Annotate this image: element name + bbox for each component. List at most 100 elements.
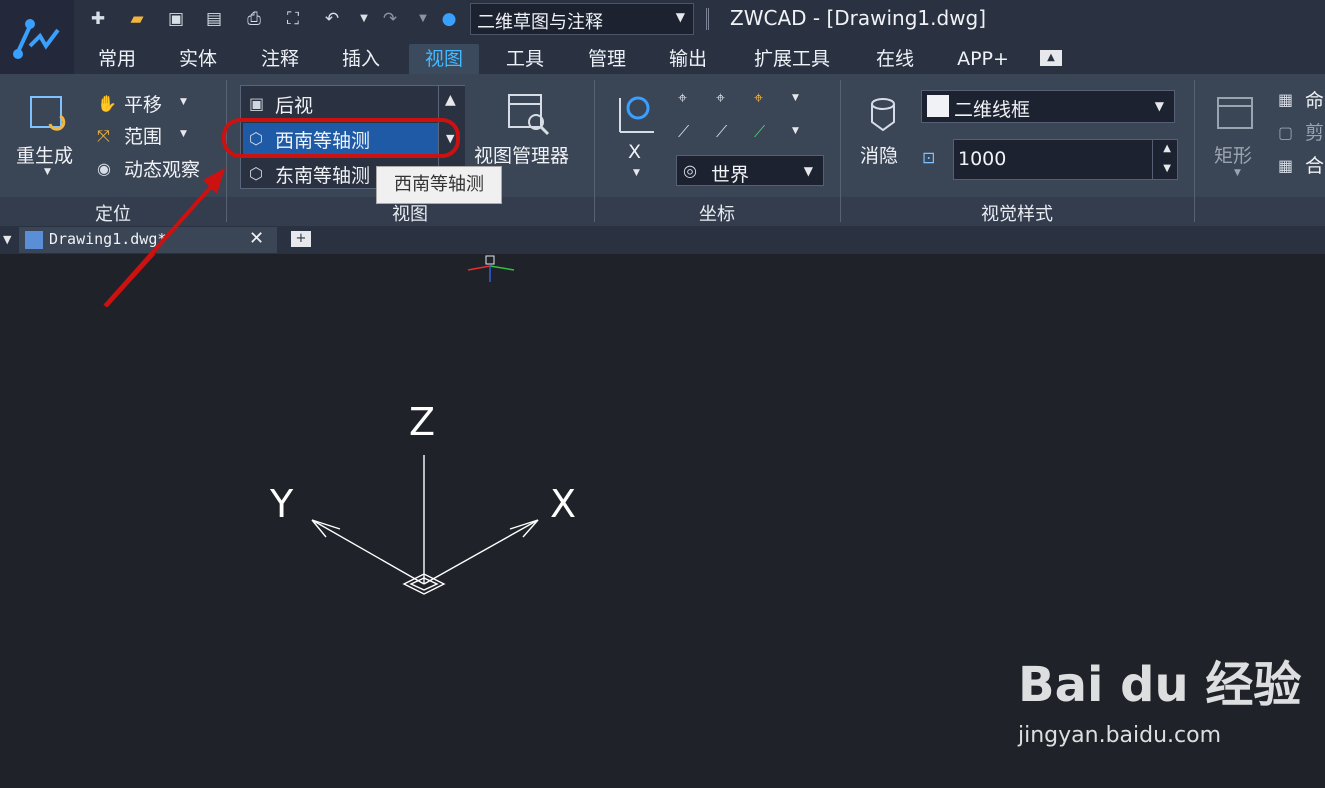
visual-style-combo[interactable]: 二维线框 ▼ [921, 90, 1175, 123]
chevron-down-icon: ▼ [803, 164, 813, 178]
regen-icon[interactable] [28, 94, 68, 134]
view-item-label: 东南等轴测 [275, 165, 371, 187]
ucs-value: 世界 [711, 164, 750, 186]
ucs-y-label: Y [270, 482, 294, 526]
join-icon[interactable]: ▦ [1278, 156, 1293, 175]
pan-hand-icon: ✋ [97, 94, 117, 113]
rect-button[interactable]: 矩形 [1214, 141, 1252, 168]
open-folder-icon[interactable]: ▰ [126, 9, 148, 29]
viewport-rect-icon[interactable] [1216, 96, 1256, 132]
close-icon[interactable]: ✕ [249, 228, 264, 249]
ucs-z-label: Z [409, 400, 436, 444]
highlight-ring [222, 118, 460, 158]
new-icon[interactable]: ✚ [87, 9, 109, 29]
ucs-rotate-dropdown-icon[interactable]: ▼ [792, 126, 799, 136]
ucs-y-icon[interactable]: ⟋ [716, 122, 727, 142]
extent-icon: ⤧ [97, 126, 110, 145]
panel-divider [1194, 80, 1195, 222]
tab-manage[interactable]: 管理 [576, 44, 638, 74]
view-manager-icon[interactable] [506, 92, 550, 136]
redo-dropdown-icon[interactable]: ▼ [412, 9, 434, 29]
zwcad-logo-icon [13, 19, 60, 59]
mini-ucs-icon [467, 255, 515, 282]
doc-list-dropdown-icon[interactable]: ▼ [3, 233, 11, 246]
title-separator [706, 8, 709, 30]
cube-icon: ▣ [249, 94, 265, 113]
baidu-watermark: Bai du 经验 jingyan.baidu.com [1018, 645, 1301, 755]
spin-down-icon[interactable]: ▼ [1163, 163, 1171, 174]
undo-icon[interactable]: ↶ [321, 9, 343, 29]
window-title: ZWCAD - [Drawing1.dwg] [730, 6, 987, 30]
redo-icon[interactable]: ↷ [379, 9, 401, 29]
chevron-down-icon: ▼ [675, 10, 685, 24]
clip-button[interactable]: 剪 [1305, 118, 1324, 145]
scroll-up-icon[interactable]: ▲ [445, 92, 456, 108]
undo-dropdown-icon[interactable]: ▼ [353, 9, 375, 29]
tab-extensions[interactable]: 扩展工具 [738, 44, 846, 74]
tab-common[interactable]: 常用 [86, 44, 148, 74]
help-icon[interactable]: ● [438, 9, 460, 29]
rect-dropdown-icon[interactable]: ▼ [1234, 168, 1241, 178]
ucs-axis-label: X [628, 141, 642, 163]
panel-title-visual-styles: 视觉样式 [981, 204, 1053, 225]
ucs-x-icon[interactable]: ⟋ [678, 122, 689, 142]
ucs-axis-dropdown-icon[interactable]: ▼ [633, 168, 640, 178]
save-icon[interactable]: ▣ [165, 9, 187, 29]
tab-output[interactable]: 输出 [657, 44, 719, 74]
facet-res-icon: ⊡ [922, 148, 936, 167]
save-as-icon[interactable]: ▤ [203, 9, 225, 29]
ucs-origin-icon[interactable]: ⌖ [678, 88, 687, 108]
red-arrow-icon [103, 168, 225, 308]
watermark-url: jingyan.baidu.com [1018, 723, 1222, 748]
tab-tools[interactable]: 工具 [494, 44, 556, 74]
extent-dropdown-icon[interactable]: ▼ [180, 129, 187, 139]
tooltip: 西南等轴测 [376, 166, 502, 204]
print-icon[interactable]: ⎙ [243, 9, 265, 29]
tab-view[interactable]: 视图 [409, 44, 479, 74]
view-manager-button[interactable]: 视图管理器 [474, 141, 569, 168]
ucs-more-dropdown-icon[interactable]: ▼ [792, 93, 799, 103]
app-logo[interactable] [0, 0, 74, 74]
visual-style-value: 二维线框 [954, 99, 1031, 121]
ucs-x-label: X [550, 482, 577, 526]
new-tab-icon[interactable]: + [291, 231, 311, 247]
named-viewport-icon[interactable]: ▦ [1278, 90, 1293, 109]
pan-button[interactable]: 平移 [124, 90, 162, 117]
panel-title-coords: 坐标 [699, 204, 735, 225]
watermark-brand: Bai du 经验 [1018, 657, 1302, 713]
workspace-label: 二维草图与注释 [477, 12, 603, 33]
tab-app-plus[interactable]: APP+ [944, 44, 1022, 74]
regen-button[interactable]: 重生成 [16, 141, 73, 168]
spin-up-icon[interactable]: ▲ [1163, 143, 1171, 154]
hide-button[interactable]: 消隐 [860, 141, 898, 168]
ucs-combo[interactable]: ◎ 世界 ▼ [676, 155, 824, 186]
minimize-ribbon-icon[interactable]: ▲ [1040, 50, 1062, 66]
ucs-z-icon[interactable]: ⟋ [754, 122, 765, 142]
world-ucs-icon: ◎ [683, 161, 697, 180]
view-item-label: 后视 [275, 95, 314, 117]
hide-icon[interactable] [866, 94, 902, 134]
workspace-dropdown[interactable]: 二维草图与注释 ▼ [470, 3, 694, 35]
ucs-icon [311, 455, 539, 595]
tab-insert[interactable]: 插入 [330, 44, 392, 74]
panel-title-views: 视图 [392, 204, 428, 225]
dwg-file-icon [25, 231, 43, 249]
zoom-extents-icon[interactable]: ⛶ [282, 9, 304, 29]
tab-annotate[interactable]: 注释 [249, 44, 311, 74]
chevron-down-icon: ▼ [1154, 99, 1164, 113]
view-item-back[interactable]: ▣ 后视 [243, 88, 440, 120]
facet-value: 1000 [958, 148, 1007, 170]
extent-button[interactable]: 范围 [124, 122, 162, 149]
ucs-object-icon[interactable]: ⌖ [754, 88, 763, 108]
ucs-view-icon[interactable]: ⌖ [716, 88, 725, 108]
ucs-x-rotate-icon[interactable] [614, 92, 658, 136]
tab-solid[interactable]: 实体 [167, 44, 229, 74]
iso-cube-icon: ⬡ [249, 164, 263, 183]
facet-value-spinner[interactable]: 1000 ▲ ▼ [953, 139, 1178, 180]
pan-dropdown-icon[interactable]: ▼ [180, 97, 187, 107]
tab-online[interactable]: 在线 [864, 44, 926, 74]
join-button[interactable]: 合 [1305, 151, 1324, 178]
named-button[interactable]: 命 [1305, 86, 1324, 113]
clip-icon[interactable]: ▢ [1278, 123, 1293, 142]
regen-dropdown-icon[interactable]: ▼ [44, 167, 51, 177]
